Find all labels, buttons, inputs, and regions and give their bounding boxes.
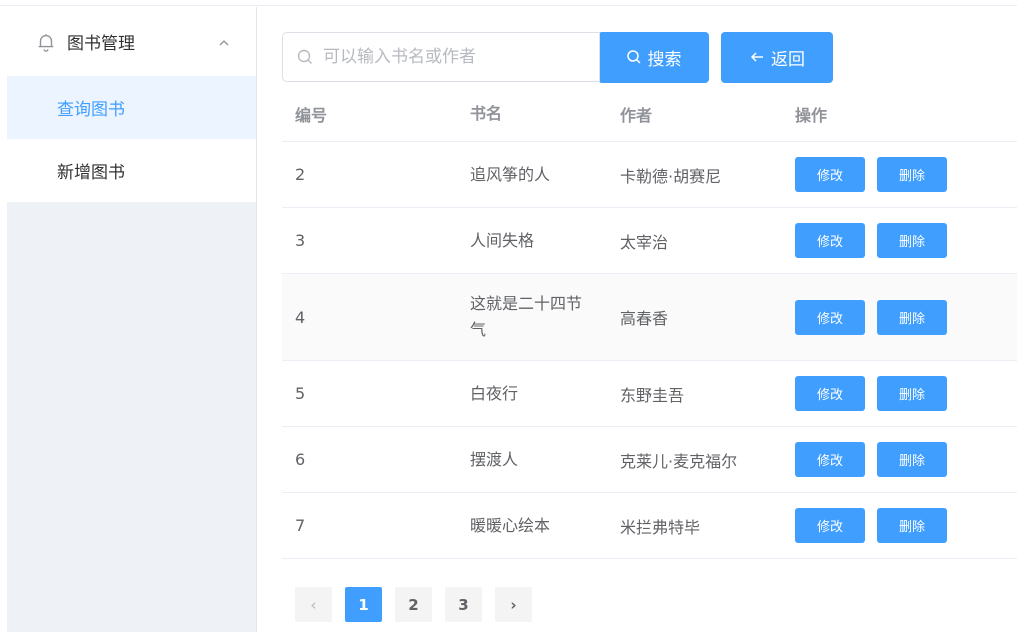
sidebar: 图书管理 查询图书 新增图书 <box>7 7 257 632</box>
delete-button[interactable]: 删除 <box>877 299 947 335</box>
search-button[interactable]: 搜索 <box>598 31 709 83</box>
cell-ops: 修改 删除 <box>782 442 1017 477</box>
header-name: 书名 <box>470 104 503 123</box>
cell-id: 7 <box>295 516 306 535</box>
sidebar-item-query-books[interactable]: 查询图书 <box>7 76 256 139</box>
cell-name: 人间失格 <box>470 230 535 250</box>
cell-author: 高春香 <box>620 309 669 328</box>
main-content: 搜索 返回 编号 书名 作者 操作 2 追风筝的 <box>258 7 1017 632</box>
books-table: 编号 书名 作者 操作 2 追风筝的人 卡勒德·胡赛尼 修改 删除 3 人间失格… <box>282 87 1017 559</box>
cell-ops: 修改 删除 <box>782 508 1017 543</box>
arrow-left-icon <box>749 49 765 65</box>
sidebar-item-add-book[interactable]: 新增图书 <box>7 139 256 202</box>
delete-button[interactable]: 删除 <box>877 508 947 543</box>
table-row: 3 人间失格 太宰治 修改 删除 <box>282 208 1017 274</box>
cell-id: 3 <box>295 231 306 250</box>
delete-button[interactable]: 删除 <box>877 376 947 411</box>
submenu-book-management[interactable]: 图书管理 <box>7 7 256 76</box>
table-row: 4 这就是二十四节气 高春香 修改 删除 <box>282 274 1017 361</box>
submenu-title-label: 图书管理 <box>67 34 135 54</box>
pagination-page-1[interactable]: 1 <box>345 587 382 622</box>
cell-name: 暖暖心绘本 <box>470 515 551 535</box>
edit-button[interactable]: 修改 <box>795 299 865 335</box>
search-icon <box>626 49 642 65</box>
cell-author: 卡勒德·胡赛尼 <box>620 166 722 186</box>
pagination-prev-button[interactable]: ‹ <box>295 587 332 622</box>
header-ops: 操作 <box>795 106 828 125</box>
cell-ops: 修改 删除 <box>782 376 1017 411</box>
table-row: 5 白夜行 东野圭吾 修改 删除 <box>282 361 1017 427</box>
cell-author: 克莱儿·麦克福尔 <box>620 451 738 471</box>
search-field[interactable] <box>282 32 600 82</box>
chevron-right-icon: › <box>510 595 517 614</box>
cell-id: 6 <box>295 450 306 469</box>
sidebar-menu: 图书管理 查询图书 新增图书 <box>7 7 256 202</box>
cell-name: 摆渡人 <box>470 449 519 469</box>
back-button[interactable]: 返回 <box>721 31 833 83</box>
pagination-page-3[interactable]: 3 <box>445 587 482 622</box>
chevron-left-icon: ‹ <box>310 595 317 614</box>
edit-button[interactable]: 修改 <box>795 223 865 258</box>
top-divider <box>0 0 1017 6</box>
cell-id: 5 <box>295 384 306 403</box>
cell-ops: 修改 删除 <box>782 157 1017 192</box>
delete-button[interactable]: 删除 <box>877 157 947 192</box>
app-root: 图书管理 查询图书 新增图书 可以输入书名或作者 搜索 返回 编号 书名 作者 … <box>0 0 1017 632</box>
back-button-label: 返回 <box>771 49 805 70</box>
header-id: 编号 <box>295 106 328 125</box>
search-button-label: 搜索 <box>647 49 682 70</box>
edit-button[interactable]: 修改 <box>795 442 865 477</box>
edit-button[interactable]: 修改 <box>795 376 865 411</box>
cell-name: 白夜行 <box>470 383 519 403</box>
cell-ops: 修改 删除 <box>782 223 1017 258</box>
pagination-next-button[interactable]: › <box>495 587 532 622</box>
cell-author: 米拦弗特毕 <box>620 517 701 537</box>
delete-button[interactable]: 删除 <box>877 442 947 477</box>
pagination: ‹ 1 2 3 › <box>295 587 545 622</box>
search-bar: 搜索 返回 <box>282 31 833 83</box>
search-input[interactable] <box>321 46 591 68</box>
cell-id: 2 <box>295 165 306 184</box>
cell-ops: 修改 删除 <box>782 299 1017 335</box>
sidebar-item-label: 查询图书 <box>57 100 125 120</box>
cell-id: 4 <box>295 307 306 327</box>
delete-button[interactable]: 删除 <box>877 223 947 258</box>
cell-author: 东野圭吾 <box>620 385 685 405</box>
table-row: 7 暖暖心绘本 米拦弗特毕 修改 删除 <box>282 493 1017 559</box>
cell-name: 追风筝的人 <box>470 164 551 184</box>
edit-button[interactable]: 修改 <box>795 508 865 543</box>
edit-button[interactable]: 修改 <box>795 157 865 192</box>
table-header: 编号 书名 作者 操作 <box>282 87 1017 142</box>
search-icon <box>296 48 314 66</box>
pagination-page-2[interactable]: 2 <box>395 587 432 622</box>
cell-name: 这就是二十四节气 <box>470 294 583 339</box>
table-row: 6 摆渡人 克莱儿·麦克福尔 修改 删除 <box>282 427 1017 493</box>
sidebar-item-label: 新增图书 <box>57 163 125 183</box>
cell-author: 太宰治 <box>620 232 669 252</box>
bell-icon <box>35 31 57 53</box>
header-author: 作者 <box>620 106 653 125</box>
table-row: 2 追风筝的人 卡勒德·胡赛尼 修改 删除 <box>282 142 1017 208</box>
chevron-up-icon <box>218 34 230 46</box>
